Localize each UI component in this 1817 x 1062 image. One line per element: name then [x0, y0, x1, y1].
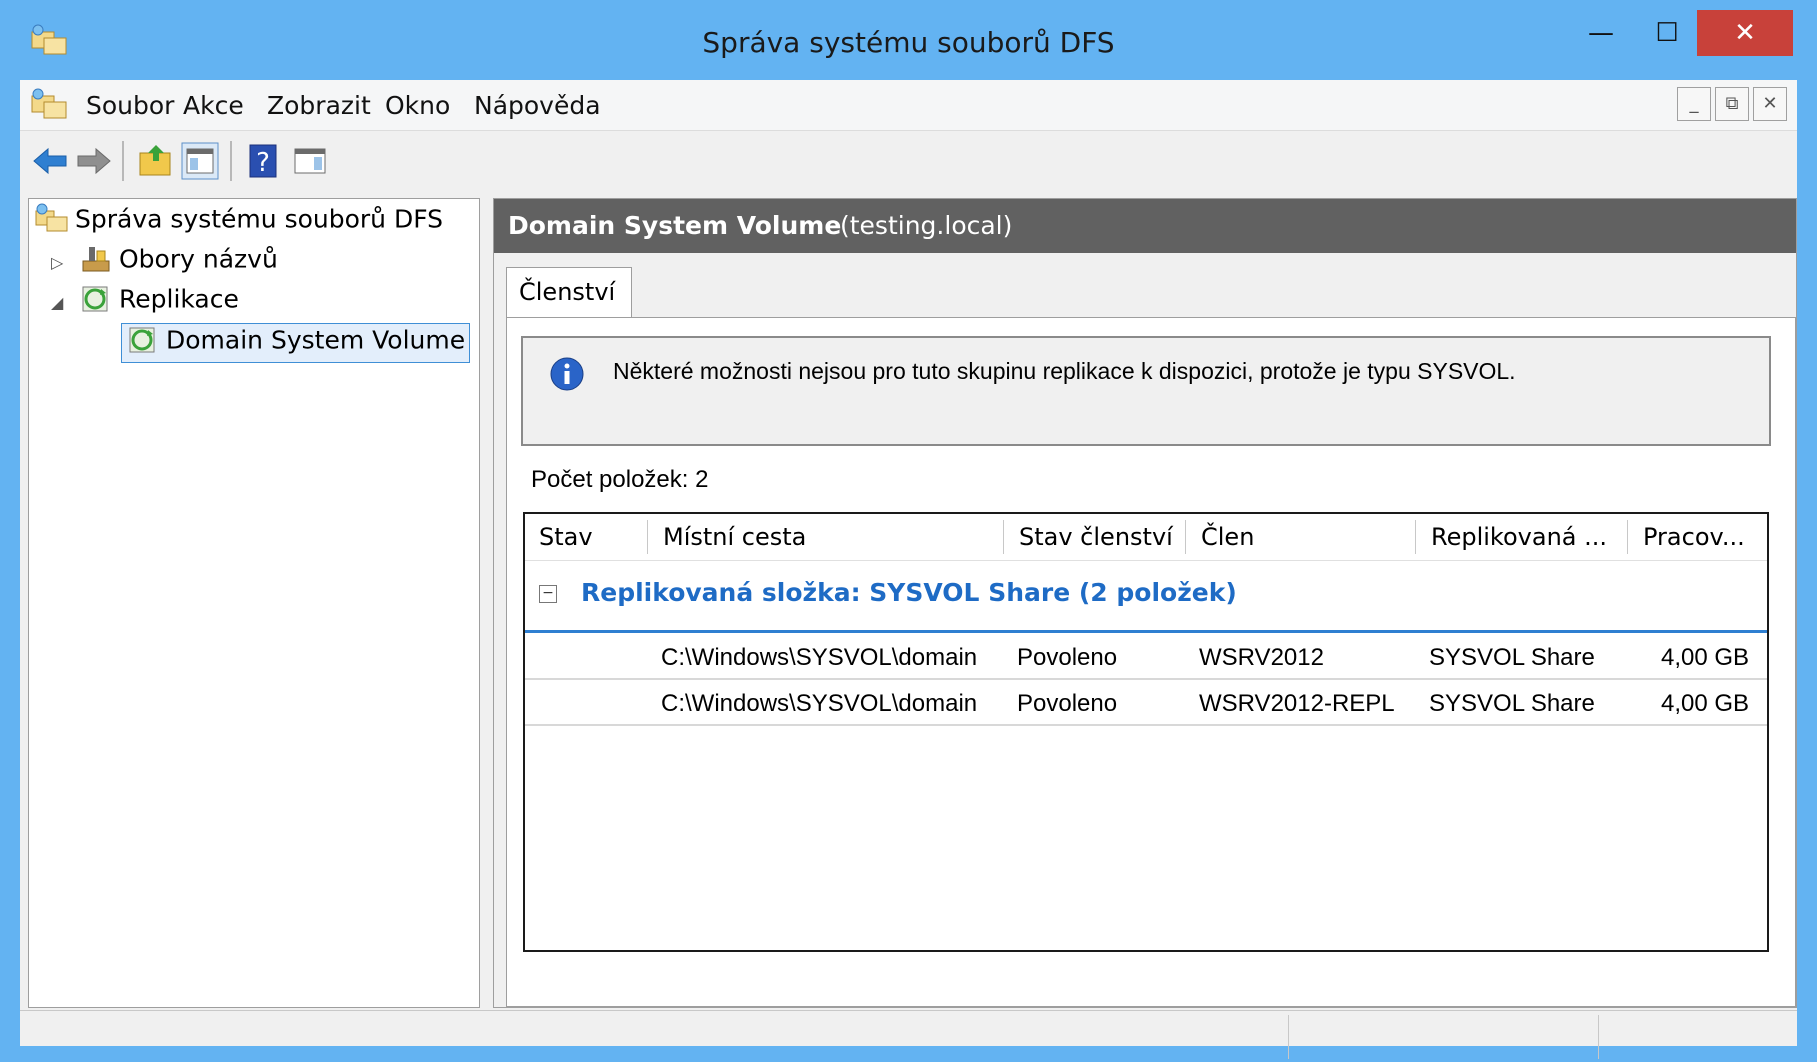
- details-header: Domain System Volume (testing.local): [494, 199, 1796, 253]
- column-header-clen[interactable]: Člen: [1187, 514, 1415, 560]
- menu-okno[interactable]: Okno: [385, 91, 450, 120]
- help-icon[interactable]: ?: [244, 141, 284, 181]
- group-header[interactable]: − Replikovaná složka: SYSVOL Share (2 pol…: [539, 578, 1237, 607]
- menu-soubor[interactable]: Soubor: [86, 91, 174, 120]
- details-subtitle: (testing.local): [840, 211, 1013, 240]
- cell-folder: SYSVOL Share: [1429, 690, 1595, 717]
- tree-replication-label: Replikace: [119, 284, 239, 314]
- table-row[interactable]: C:\Windows\SYSVOL\domain Povoleno WSRV20…: [525, 634, 1767, 680]
- group-divider: [525, 630, 1767, 633]
- mdi-controls: _ ⧉ ✕: [1677, 87, 1787, 123]
- mdi-minimize-button[interactable]: _: [1677, 87, 1711, 121]
- info-banner: Některé možnosti nejsou pro tuto skupinu…: [521, 336, 1771, 446]
- info-text: Některé možnosti nejsou pro tuto skupinu…: [613, 358, 1516, 384]
- replication-icon: [82, 286, 108, 312]
- tree-item-replication[interactable]: Replikace: [79, 283, 239, 321]
- back-arrow-icon[interactable]: [30, 141, 70, 181]
- column-header-stav-clenstvi[interactable]: Stav členství: [1005, 514, 1185, 560]
- column-header-replikovana[interactable]: Replikovaná ...: [1417, 514, 1627, 560]
- replication-group-icon: [129, 327, 155, 353]
- mmc-console-icon[interactable]: [30, 88, 70, 122]
- tree-item-domain-system-volume[interactable]: Domain System Volume: [121, 323, 471, 363]
- cell-folder: SYSVOL Share: [1429, 644, 1595, 671]
- console-tree: Správa systému souborů DFS ▷ Obory názvů…: [28, 198, 480, 1008]
- item-count: Počet položek: 2: [531, 466, 709, 493]
- minimize-button[interactable]: —: [1572, 10, 1630, 56]
- mdi-restore-button[interactable]: ⧉: [1715, 87, 1749, 121]
- cell-membership: Povoleno: [1017, 644, 1118, 671]
- window-title: Správa systému souborů DFS: [702, 26, 1115, 59]
- tab-content: Některé možnosti nejsou pro tuto skupinu…: [506, 317, 1796, 1007]
- toolbar-separator: [230, 141, 232, 181]
- action-pane-icon[interactable]: [290, 141, 330, 181]
- up-folder-icon[interactable]: [136, 141, 176, 181]
- column-divider[interactable]: [1185, 520, 1186, 554]
- svg-text:?: ?: [256, 148, 270, 178]
- cell-membership: Povoleno: [1017, 690, 1118, 717]
- forward-arrow-icon[interactable]: [74, 141, 114, 181]
- column-header-mistni-cesta[interactable]: Místní cesta: [649, 514, 1003, 560]
- tree-item-namespaces[interactable]: Obory názvů: [79, 243, 278, 281]
- menu-napoveda[interactable]: Nápověda: [474, 91, 601, 120]
- status-divider: [1598, 1015, 1599, 1059]
- menu-akce[interactable]: Akce: [183, 91, 244, 120]
- cell-staging: 4,00 GB: [1661, 690, 1750, 717]
- title-bar[interactable]: Správa systému souborů DFS — ☐ ✕: [0, 0, 1817, 78]
- cell-path: C:\Windows\SYSVOL\domain: [661, 644, 978, 671]
- mdi-close-button[interactable]: ✕: [1753, 87, 1787, 121]
- cell-member: WSRV2012: [1199, 644, 1324, 671]
- client-area: Soubor Akce Zobrazit Okno Nápověda _ ⧉ ✕: [20, 80, 1797, 1059]
- collapse-group-icon[interactable]: −: [539, 585, 557, 603]
- show-hide-tree-icon[interactable]: [180, 141, 220, 181]
- maximize-button[interactable]: ☐: [1638, 10, 1696, 56]
- status-bar: [20, 1010, 1797, 1059]
- column-header-pracovni[interactable]: Pracov...: [1629, 514, 1767, 560]
- column-divider[interactable]: [1003, 520, 1004, 554]
- column-header-stav[interactable]: Stav: [525, 514, 647, 560]
- cell-member: WSRV2012-REPL: [1199, 690, 1395, 717]
- app-window: Správa systému souborů DFS — ☐ ✕ Soubor …: [0, 0, 1817, 1062]
- toolbar-separator: [122, 141, 124, 181]
- collapse-arrow-icon[interactable]: ◢: [51, 293, 63, 312]
- header-divider: [525, 560, 1767, 561]
- cell-path: C:\Windows\SYSVOL\domain: [661, 690, 978, 717]
- members-list[interactable]: Stav Místní cesta Stav členství Člen Rep…: [523, 512, 1769, 952]
- column-divider[interactable]: [1627, 520, 1628, 554]
- details-title: Domain System Volume: [508, 211, 842, 240]
- tree-root-label: Správa systému souborů DFS: [75, 204, 444, 234]
- tree-namespaces-label: Obory názvů: [119, 244, 278, 274]
- menu-zobrazit[interactable]: Zobrazit: [267, 91, 371, 120]
- details-pane: Domain System Volume (testing.local) Čle…: [493, 198, 1797, 1008]
- column-divider[interactable]: [647, 520, 648, 554]
- close-button[interactable]: ✕: [1697, 10, 1793, 56]
- status-divider: [1288, 1015, 1289, 1059]
- table-row[interactable]: C:\Windows\SYSVOL\domain Povoleno WSRV20…: [525, 680, 1767, 726]
- column-divider[interactable]: [1415, 520, 1416, 554]
- dfs-management-icon: [35, 203, 68, 232]
- cell-staging: 4,00 GB: [1661, 644, 1750, 671]
- namespaces-icon: [82, 247, 110, 272]
- group-label: Replikovaná složka: SYSVOL Share (2 polo…: [581, 578, 1237, 607]
- expand-arrow-icon[interactable]: ▷: [51, 253, 63, 272]
- tree-selected-label: Domain System Volume: [166, 325, 466, 355]
- toolbar: ?: [20, 131, 1797, 189]
- tree-item-root[interactable]: Správa systému souborů DFS: [35, 203, 443, 241]
- menu-bar: Soubor Akce Zobrazit Okno Nápověda _ ⧉ ✕: [20, 80, 1797, 131]
- info-icon: [550, 357, 584, 391]
- tab-clenstvi[interactable]: Členství: [506, 267, 632, 319]
